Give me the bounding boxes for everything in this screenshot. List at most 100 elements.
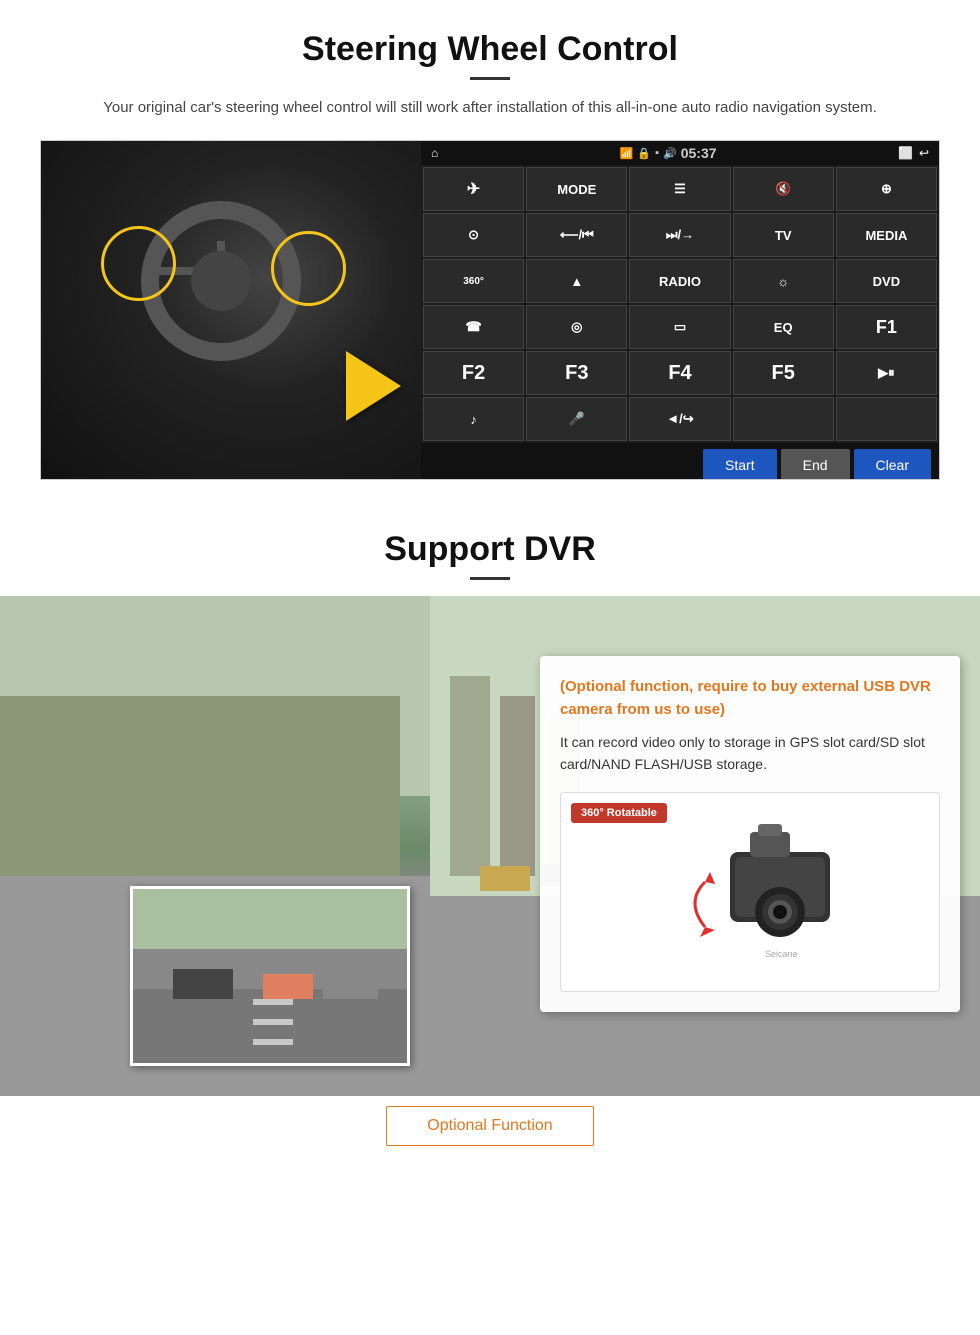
phone-btn[interactable]: ☎ <box>423 305 524 349</box>
eject-icon: ▲ <box>570 274 583 289</box>
end-button[interactable]: End <box>781 449 850 480</box>
dvr-title: Support DVR <box>0 530 980 569</box>
radio-label: RADIO <box>659 274 701 289</box>
forward-btn[interactable]: ⏭/→ <box>629 213 730 257</box>
dvr-title-divider <box>470 577 510 580</box>
apps-btn[interactable]: ⊕ <box>836 167 937 211</box>
home-icon: ⌂ <box>431 146 438 160</box>
window-icon: ⬜ <box>898 146 913 160</box>
dvr-section: Support DVR <box>0 500 980 1166</box>
button-grid: ✈ MODE ☰ 🔇 ⊕ ⊙ ⟵/⏮ ⏭/→ TV MEDIA 360° ▲ R… <box>421 165 939 443</box>
nav-btn[interactable]: ✈ <box>423 167 524 211</box>
dvr-desc-text: It can record video only to storage in G… <box>560 731 940 776</box>
eject-btn[interactable]: ▲ <box>526 259 627 303</box>
steering-wheel-photo <box>41 141 421 480</box>
volume-icon: 🔊 <box>663 147 677 160</box>
highlight-right <box>271 231 346 306</box>
dvr-optional-text: (Optional function, require to buy exter… <box>560 676 940 721</box>
status-right: ⬜ ↩ <box>898 146 929 160</box>
status-time: 05:37 <box>681 145 717 161</box>
eq-btn[interactable]: EQ <box>733 305 834 349</box>
steering-section: Steering Wheel Control Your original car… <box>0 0 980 500</box>
steering-panel: ⌂ 📶 🔒 ▪ 🔊 05:37 ⬜ ↩ ✈ MODE <box>40 140 940 480</box>
status-bar: ⌂ 📶 🔒 ▪ 🔊 05:37 ⬜ ↩ <box>421 141 939 165</box>
mode-btn[interactable]: MODE <box>526 167 627 211</box>
mute-icon: 🔇 <box>775 181 791 197</box>
start-button[interactable]: Start <box>703 449 777 480</box>
settings-btn[interactable]: ⊙ <box>423 213 524 257</box>
steering-title: Steering Wheel Control <box>40 30 940 69</box>
rewind-btn[interactable]: ⟵/⏮ <box>526 213 627 257</box>
panel-bottom: Start End Clear <box>421 443 939 480</box>
empty2 <box>836 397 937 441</box>
rotatable-badge: 360° Rotatable <box>571 803 667 823</box>
control-panel: ⌂ 📶 🔒 ▪ 🔊 05:37 ⬜ ↩ ✈ MODE <box>421 141 939 479</box>
camera360-icon: 360° <box>463 276 484 287</box>
dvd-label: DVD <box>873 274 900 289</box>
mute-btn[interactable]: 🔇 <box>733 167 834 211</box>
screen-btn[interactable]: ▭ <box>629 305 730 349</box>
svg-text:Seicane: Seicane <box>765 949 798 959</box>
navigation-icon: ✈ <box>467 179 480 199</box>
f3-label: F3 <box>565 362 588 385</box>
dvr-camera-box: 360° Rotatable <box>560 792 940 992</box>
wheel-background <box>41 141 421 480</box>
music-btn[interactable]: ♪ <box>423 397 524 441</box>
playpause-icon: ▶⏸ <box>878 365 895 381</box>
music-icon: ♪ <box>470 412 477 427</box>
back-icon: ↩ <box>919 146 929 160</box>
thumbnail-svg <box>133 889 410 1066</box>
f3-btn[interactable]: F3 <box>526 351 627 395</box>
media-label: MEDIA <box>865 228 907 243</box>
clear-button[interactable]: Clear <box>854 449 931 480</box>
tv-btn[interactable]: TV <box>733 213 834 257</box>
settings-icon: ⊙ <box>468 227 479 243</box>
media-btn[interactable]: MEDIA <box>836 213 937 257</box>
lock-icon: 🔒 <box>637 147 651 160</box>
optional-function-row: Optional Function <box>0 1096 980 1166</box>
phone-icon: ☎ <box>465 319 481 335</box>
eq-label: EQ <box>774 320 793 335</box>
mode-label: MODE <box>557 182 596 197</box>
menu-btn[interactable]: ☰ <box>629 167 730 211</box>
web-btn[interactable]: ◎ <box>526 305 627 349</box>
radio-btn[interactable]: RADIO <box>629 259 730 303</box>
apps-icon: ⊕ <box>881 181 892 197</box>
steering-subtitle: Your original car's steering wheel contr… <box>40 96 940 120</box>
web-icon: ◎ <box>571 319 582 335</box>
forward-icon: ⏭/→ <box>666 227 694 243</box>
wifi-icon: 📶 <box>620 147 634 160</box>
camera360-btn[interactable]: 360° <box>423 259 524 303</box>
title-divider <box>470 77 510 80</box>
rewind-icon: ⟵/⏮ <box>560 227 594 243</box>
highlight-left <box>101 226 176 301</box>
f1-label: F1 <box>876 317 897 338</box>
f5-btn[interactable]: F5 <box>733 351 834 395</box>
f2-btn[interactable]: F2 <box>423 351 524 395</box>
optional-function-button[interactable]: Optional Function <box>386 1106 593 1146</box>
direction-arrow <box>346 351 401 421</box>
dvd-btn[interactable]: DVD <box>836 259 937 303</box>
f4-btn[interactable]: F4 <box>629 351 730 395</box>
prev-next-btn[interactable]: ◄/↪ <box>629 397 730 441</box>
f2-label: F2 <box>462 362 485 385</box>
tv-label: TV <box>775 228 792 243</box>
playpause-btn[interactable]: ▶⏸ <box>836 351 937 395</box>
dvr-background-photo: (Optional function, require to buy exter… <box>0 596 980 1096</box>
dvr-info-card: (Optional function, require to buy exter… <box>540 656 960 1012</box>
camera-illustration: Seicane <box>650 812 850 972</box>
mic-btn[interactable]: 🎤 <box>526 397 627 441</box>
f1-btn[interactable]: F1 <box>836 305 937 349</box>
status-icons: 📶 🔒 ▪ 🔊 05:37 <box>620 145 717 161</box>
mic-icon: 🎤 <box>569 411 585 427</box>
battery-icon: ▪ <box>655 147 659 159</box>
status-left: ⌂ <box>431 146 438 160</box>
screen-icon: ▭ <box>674 319 686 335</box>
brightness-btn[interactable]: ☼ <box>733 259 834 303</box>
prev-next-icon: ◄/↪ <box>666 411 693 427</box>
f4-label: F4 <box>668 362 691 385</box>
brightness-icon: ☼ <box>777 274 789 289</box>
menu-icon: ☰ <box>674 181 686 197</box>
empty1 <box>733 397 834 441</box>
f5-label: F5 <box>772 362 795 385</box>
